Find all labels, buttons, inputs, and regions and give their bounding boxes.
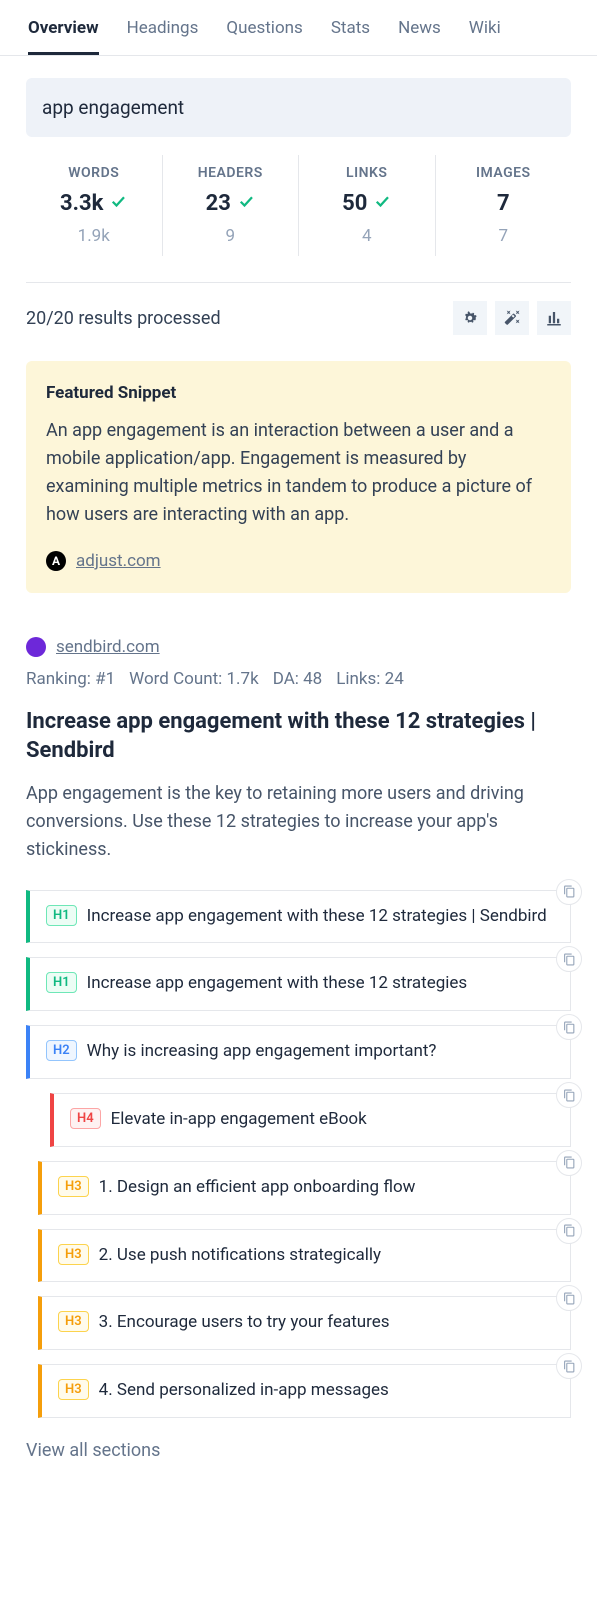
- heading-level-badge: H2: [46, 1040, 77, 1061]
- meta-wordcount: Word Count: 1.7k: [129, 669, 259, 689]
- stat-sub: 9: [163, 226, 299, 246]
- serp-result: sendbird.com Ranking: #1 Word Count: 1.7…: [26, 637, 571, 1418]
- featured-snippet: Featured Snippet An app engagement is an…: [26, 361, 571, 593]
- heading-text: Elevate in-app engagement eBook: [111, 1108, 367, 1132]
- snippet-title: Featured Snippet: [46, 383, 551, 403]
- stat-headers: HEADERS 23 9: [163, 155, 300, 256]
- heading-text: 1. Design an efficient app onboarding fl…: [99, 1176, 416, 1200]
- copy-icon[interactable]: [556, 1082, 582, 1108]
- gear-icon[interactable]: [453, 301, 487, 335]
- tab-overview[interactable]: Overview: [28, 10, 99, 55]
- heading-item[interactable]: H3 2. Use push notifications strategicall…: [38, 1229, 571, 1283]
- heading-item[interactable]: H4 Elevate in-app engagement eBook: [50, 1093, 571, 1147]
- chart-icon[interactable]: [537, 301, 571, 335]
- heading-level-badge: H1: [46, 972, 77, 993]
- meta-ranking: Ranking: #1: [26, 669, 115, 689]
- heading-level-badge: H4: [70, 1108, 101, 1129]
- snippet-body: An app engagement is an interaction betw…: [46, 417, 551, 529]
- tab-wiki[interactable]: Wiki: [469, 10, 501, 55]
- stat-value: 3.3k: [26, 191, 162, 216]
- heading-text: Increase app engagement with these 12 st…: [87, 972, 468, 996]
- heading-text: Increase app engagement with these 12 st…: [87, 905, 547, 929]
- stat-sub: 4: [299, 226, 435, 246]
- heading-item[interactable]: H2 Why is increasing app engagement impor…: [26, 1025, 571, 1079]
- stat-value: 50: [299, 191, 435, 216]
- view-all-sections-link[interactable]: View all sections: [26, 1440, 571, 1461]
- snippet-source-link[interactable]: adjust.com: [76, 551, 161, 571]
- heading-text: Why is increasing app engagement importa…: [87, 1040, 437, 1064]
- heading-level-badge: H3: [58, 1311, 89, 1332]
- heading-item[interactable]: H1 Increase app engagement with these 12 …: [26, 957, 571, 1011]
- keyword-box: app engagement: [26, 78, 571, 137]
- stat-images: IMAGES 7 7: [436, 155, 572, 256]
- stat-label: WORDS: [26, 165, 162, 181]
- copy-icon[interactable]: [556, 879, 582, 905]
- copy-icon[interactable]: [556, 1150, 582, 1176]
- copy-icon[interactable]: [556, 1285, 582, 1311]
- heading-level-badge: H1: [46, 905, 77, 926]
- heading-level-badge: H3: [58, 1379, 89, 1400]
- adjust-favicon: А: [46, 551, 66, 571]
- result-title: Increase app engagement with these 12 st…: [26, 707, 571, 766]
- copy-icon[interactable]: [556, 1218, 582, 1244]
- tab-stats[interactable]: Stats: [331, 10, 370, 55]
- tab-headings[interactable]: Headings: [127, 10, 199, 55]
- heading-level-badge: H3: [58, 1244, 89, 1265]
- tab-questions[interactable]: Questions: [226, 10, 302, 55]
- copy-icon[interactable]: [556, 946, 582, 972]
- stat-label: LINKS: [299, 165, 435, 181]
- tab-news[interactable]: News: [398, 10, 441, 55]
- heading-item[interactable]: H3 1. Design an efficient app onboarding …: [38, 1161, 571, 1215]
- stat-sub: 1.9k: [26, 226, 162, 246]
- heading-text: 2. Use push notifications strategically: [99, 1244, 381, 1268]
- copy-icon[interactable]: [556, 1353, 582, 1379]
- stat-words: WORDS 3.3k 1.9k: [26, 155, 163, 256]
- check-icon: [237, 191, 255, 216]
- results-toolbar: 20/20 results processed: [26, 282, 571, 335]
- meta-links: Links: 24: [336, 669, 404, 689]
- heading-item[interactable]: H1 Increase app engagement with these 12 …: [26, 890, 571, 944]
- heading-item[interactable]: H3 3. Encourage users to try your feature…: [38, 1296, 571, 1350]
- stat-label: IMAGES: [436, 165, 572, 181]
- stat-links: LINKS 50 4: [299, 155, 436, 256]
- sendbird-favicon: [26, 637, 46, 657]
- result-meta: Ranking: #1 Word Count: 1.7k DA: 48 Link…: [26, 669, 571, 689]
- result-description: App engagement is the key to retaining m…: [26, 780, 571, 864]
- heading-level-badge: H3: [58, 1176, 89, 1197]
- results-processed-text: 20/20 results processed: [26, 308, 221, 329]
- heading-text: 4. Send personalized in-app messages: [99, 1379, 389, 1403]
- tabs: Overview Headings Questions Stats News Wiki: [0, 0, 597, 56]
- snippet-source: А adjust.com: [46, 551, 551, 571]
- stats-row: WORDS 3.3k 1.9k HEADERS 23 9 LINKS 50 4 IMAGES 7 7: [26, 155, 571, 256]
- meta-da: DA: 48: [273, 669, 323, 689]
- result-domain-link[interactable]: sendbird.com: [56, 637, 160, 657]
- stat-value: 23: [163, 191, 299, 216]
- check-icon: [109, 191, 127, 216]
- magic-wand-icon[interactable]: [495, 301, 529, 335]
- stat-sub: 7: [436, 226, 572, 246]
- heading-item[interactable]: H3 4. Send personalized in-app messages: [38, 1364, 571, 1418]
- stat-label: HEADERS: [163, 165, 299, 181]
- stat-value: 7: [436, 191, 572, 216]
- check-icon: [373, 191, 391, 216]
- heading-text: 3. Encourage users to try your features: [99, 1311, 390, 1335]
- copy-icon[interactable]: [556, 1014, 582, 1040]
